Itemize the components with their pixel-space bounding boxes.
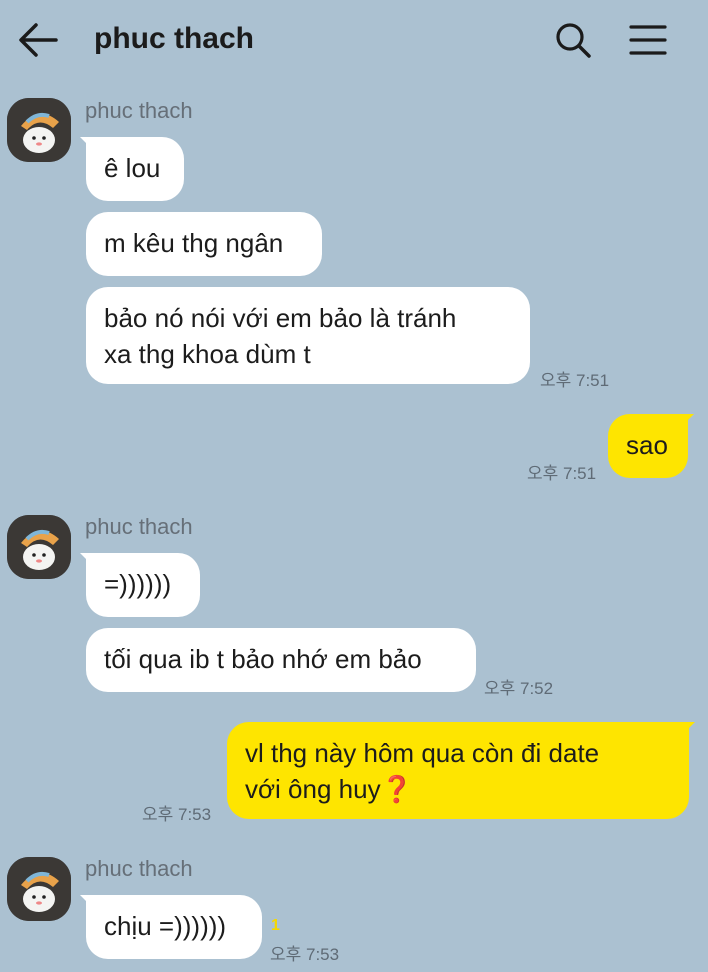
avatar[interactable]	[7, 98, 71, 162]
question-emoji: ❓	[380, 774, 413, 804]
profile-picture	[7, 857, 71, 921]
avatar[interactable]	[7, 515, 71, 579]
arrow-left-icon	[19, 23, 58, 57]
search-button[interactable]	[553, 20, 593, 60]
sender-name: phuc thach	[85, 856, 193, 881]
profile-picture	[7, 98, 71, 162]
message-bubble[interactable]: chịu =))))))	[86, 895, 262, 959]
back-button[interactable]	[16, 20, 60, 60]
message-line: vl thg này hôm qua còn đi date	[245, 738, 600, 768]
message-bubble[interactable]: bảo nó nói với em bảo là tránh xa thg kh…	[86, 287, 530, 384]
avatar[interactable]	[7, 857, 71, 921]
search-icon	[556, 23, 591, 58]
message-text: với ông huy	[245, 774, 381, 804]
message-time: 오후 7:51	[527, 464, 597, 483]
message-bubble[interactable]: vl thg này hôm qua còn đi date với ông h…	[227, 722, 689, 819]
message-line: bảo nó nói với em bảo là tránh	[104, 303, 457, 333]
chat-title: phuc thach	[94, 22, 255, 55]
unread-count: 1	[271, 917, 280, 934]
message-bubble[interactable]: ê lou	[86, 137, 184, 201]
message-line: với ông huy❓	[245, 771, 671, 807]
message-time: 오후 7:53	[270, 945, 340, 964]
message-time: 오후 7:53	[142, 805, 212, 824]
message-bubble[interactable]: tối qua ib t bảo nhớ em bảo	[86, 628, 476, 692]
menu-icon	[629, 25, 667, 55]
message-line: xa thg khoa dùm t	[104, 339, 311, 369]
menu-button[interactable]	[626, 20, 670, 60]
profile-picture	[7, 515, 71, 579]
sender-name: phuc thach	[85, 514, 193, 539]
sender-name: phuc thach	[85, 98, 193, 123]
message-time: 오후 7:52	[484, 679, 554, 698]
message-time: 오후 7:51	[540, 371, 610, 390]
chat-header: phuc thach	[0, 0, 708, 80]
message-bubble[interactable]: m kêu thg ngân	[86, 212, 322, 276]
message-bubble[interactable]: =))))))	[86, 553, 200, 617]
message-bubble[interactable]: sao	[608, 414, 688, 478]
